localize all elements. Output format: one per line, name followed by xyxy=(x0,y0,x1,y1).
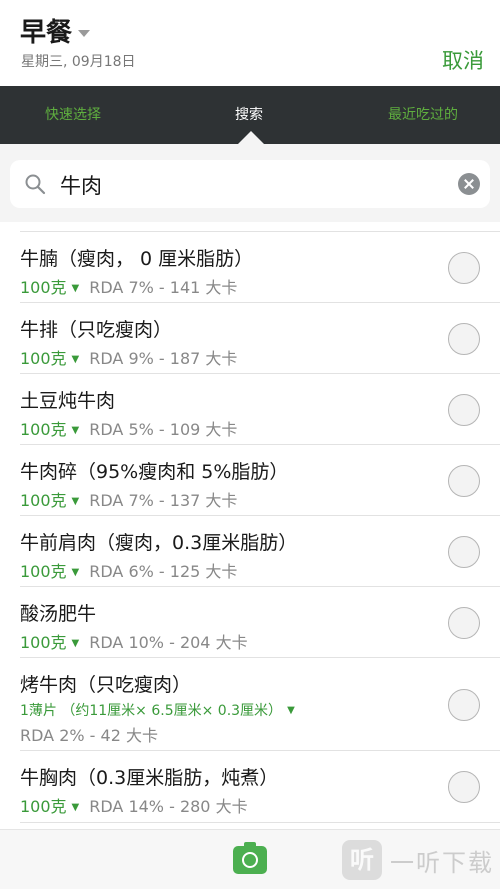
food-name: 土豆炖牛肉 xyxy=(20,390,116,412)
cancel-button[interactable]: 取消 xyxy=(442,45,484,75)
food-details: 1薄片 （约11厘米× 6.5厘米× 0.3厘米） ▼ xyxy=(20,700,305,720)
caret-down-icon[interactable]: ▼ xyxy=(72,425,80,436)
results-list: 牛腩（瘦肉， 0 厘米脂肪） 100克 ▼ RDA 7% - 141 大卡 牛排（只… xyxy=(0,222,500,823)
nutrition-info: RDA 7% - 141 大卡 xyxy=(89,278,238,297)
select-radio[interactable] xyxy=(448,394,480,426)
active-tab-indicator xyxy=(238,131,264,144)
food-details: 100克 ▼ RDA 9% - 187 大卡 xyxy=(20,345,237,369)
select-radio[interactable] xyxy=(448,607,480,639)
caret-down-icon[interactable]: ▼ xyxy=(72,283,80,294)
search-icon xyxy=(25,174,46,195)
list-item[interactable]: 牛前肩肉（瘦肉，0.3厘米脂肪） 100克 ▼ RDA 6% - 125 大卡 xyxy=(20,516,500,587)
food-name: 牛腩（瘦肉， 0 厘米脂肪） xyxy=(20,248,254,270)
food-details: 100克 ▼ RDA 10% - 204 大卡 xyxy=(20,629,248,653)
food-details: 100克 ▼ RDA 7% - 137 大卡 xyxy=(20,487,237,511)
chevron-down-icon[interactable] xyxy=(78,30,91,37)
portion-selector[interactable]: 100克 xyxy=(20,797,67,816)
select-radio[interactable] xyxy=(448,323,480,355)
portion-selector[interactable]: 100克 xyxy=(20,349,67,368)
caret-down-icon[interactable]: ▼ xyxy=(72,638,80,649)
search-input[interactable]: 牛肉 xyxy=(10,160,490,208)
portion-selector[interactable]: 100克 xyxy=(20,562,67,581)
nutrition-info: RDA 7% - 137 大卡 xyxy=(89,491,238,510)
nutrition-info: RDA 2% - 42 大卡 xyxy=(20,726,158,745)
food-details: 100克 ▼ RDA 7% - 141 大卡 xyxy=(20,274,237,298)
food-name: 酸汤肥牛 xyxy=(20,603,97,625)
select-radio[interactable] xyxy=(448,252,480,284)
select-radio[interactable] xyxy=(448,689,480,721)
select-radio[interactable] xyxy=(448,771,480,803)
camera-icon[interactable] xyxy=(233,842,267,874)
list-item[interactable]: 酸汤肥牛 100克 ▼ RDA 10% - 204 大卡 xyxy=(20,587,500,658)
food-name: 牛排（只吃瘦肉） xyxy=(20,319,173,341)
caret-down-icon[interactable]: ▼ xyxy=(72,567,80,578)
food-name: 牛肉碎（95%瘦肉和 5%脂肪） xyxy=(20,461,289,483)
food-details: 100克 ▼ RDA 14% - 280 大卡 xyxy=(20,793,248,817)
nutrition-info: RDA 14% - 280 大卡 xyxy=(89,797,248,816)
nutrition-info: RDA 6% - 125 大卡 xyxy=(89,562,238,581)
select-radio[interactable] xyxy=(448,536,480,568)
food-details: 100克 ▼ RDA 5% - 109 大卡 xyxy=(20,416,237,440)
portion-selector[interactable]: 100克 xyxy=(20,420,67,439)
search-area: 牛肉 xyxy=(0,144,500,222)
watermark: 听 一听下载 xyxy=(342,840,494,880)
nutrition-info: RDA 9% - 187 大卡 xyxy=(89,349,238,368)
food-name: 牛前肩肉（瘦肉，0.3厘米脂肪） xyxy=(20,532,298,554)
search-query[interactable]: 牛肉 xyxy=(60,170,102,200)
select-radio[interactable] xyxy=(448,465,480,497)
page-title[interactable]: 早餐 xyxy=(20,12,72,49)
list-item[interactable]: 土豆炖牛肉 100克 ▼ RDA 5% - 109 大卡 xyxy=(20,374,500,445)
portion-selector[interactable]: 100克 xyxy=(20,633,67,652)
watermark-logo: 听 xyxy=(342,840,382,880)
watermark-text: 一听下载 xyxy=(390,848,494,877)
tab-quick-select[interactable]: 快速选择 xyxy=(45,104,101,124)
list-item[interactable]: 牛肉碎（95%瘦肉和 5%脂肪） 100克 ▼ RDA 7% - 137 大卡 xyxy=(20,445,500,516)
list-item[interactable]: 烤牛肉（只吃瘦肉） 1薄片 （约11厘米× 6.5厘米× 0.3厘米） ▼ RDA… xyxy=(20,658,500,751)
list-item[interactable]: 牛腩（瘦肉， 0 厘米脂肪） 100克 ▼ RDA 7% - 141 大卡 xyxy=(20,232,500,303)
caret-down-icon[interactable]: ▼ xyxy=(72,354,80,365)
caret-down-icon[interactable]: ▼ xyxy=(72,496,80,507)
nutrition-info: RDA 5% - 109 大卡 xyxy=(89,420,238,439)
header: 早餐 星期三, 09月18日 取消 xyxy=(0,0,500,86)
list-item-partial xyxy=(20,222,500,232)
portion-selector[interactable]: 100克 xyxy=(20,491,67,510)
nutrition-info: RDA 10% - 204 大卡 xyxy=(89,633,248,652)
portion-selector[interactable]: 1薄片 （约11厘米× 6.5厘米× 0.3厘米） xyxy=(20,703,282,719)
food-name: 牛胸肉（0.3厘米脂肪，炖煮） xyxy=(20,767,279,789)
caret-down-icon[interactable]: ▼ xyxy=(287,705,295,716)
meal-selector[interactable]: 早餐 xyxy=(20,12,91,49)
tab-search[interactable]: 搜索 xyxy=(235,104,263,124)
clear-icon[interactable] xyxy=(458,173,480,195)
food-name: 烤牛肉（只吃瘦肉） xyxy=(20,674,192,696)
caret-down-icon[interactable]: ▼ xyxy=(72,802,80,813)
date-label: 星期三, 09月18日 xyxy=(21,54,136,70)
list-item[interactable]: 牛胸肉（0.3厘米脂肪，炖煮） 100克 ▼ RDA 14% - 280 大卡 xyxy=(20,751,500,823)
food-details: 100克 ▼ RDA 6% - 125 大卡 xyxy=(20,558,237,582)
list-item[interactable]: 牛排（只吃瘦肉） 100克 ▼ RDA 9% - 187 大卡 xyxy=(20,303,500,374)
tab-recently-eaten[interactable]: 最近吃过的 xyxy=(388,104,458,124)
portion-selector[interactable]: 100克 xyxy=(20,278,67,297)
